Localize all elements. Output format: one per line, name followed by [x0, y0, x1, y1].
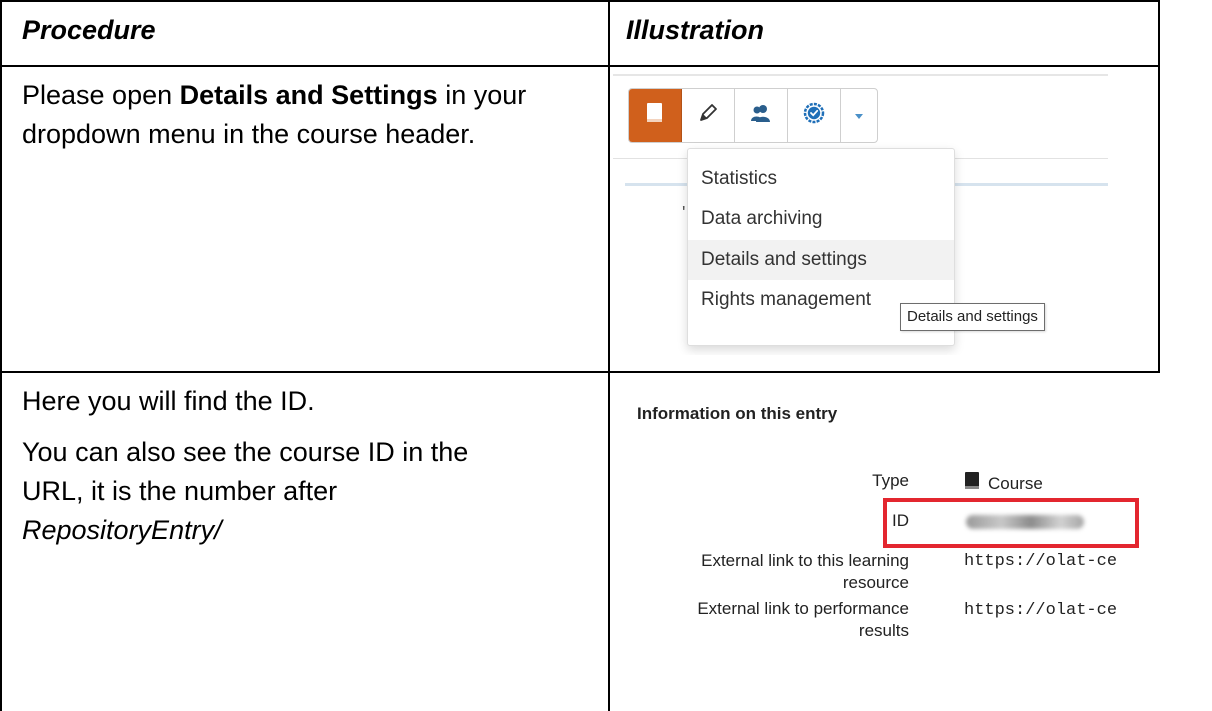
procedure-step-1: Please open Details and Settings in your…: [22, 76, 607, 154]
menu-item-details-and-settings[interactable]: Details and settings: [688, 240, 954, 280]
course-run-button[interactable]: [629, 89, 682, 142]
book-icon: [645, 102, 665, 129]
more-dropdown-toggle[interactable]: [841, 89, 877, 142]
header-procedure: Procedure: [22, 15, 156, 45]
type-label: Type: [872, 471, 909, 490]
header-top-line: [613, 74, 1108, 76]
book-icon: [964, 471, 980, 496]
menu-item-data-archiving[interactable]: Data archiving: [688, 199, 954, 239]
badge-check-icon: [803, 102, 825, 129]
table-border-top: [0, 0, 1160, 2]
header-illustration: Illustration: [626, 15, 765, 45]
id-label: ID: [892, 511, 909, 530]
repository-entry-path: RepositoryEntry/: [22, 515, 222, 545]
procedure-step-2-line2: URL, it is the number after: [22, 476, 338, 506]
illustration-entry-info: Information on this entry Type Course ID…: [613, 376, 1149, 710]
caret-down-icon: [854, 107, 864, 125]
procedure-step-2-para1: Here you will find the ID.: [22, 386, 315, 416]
procedure-step-2-para2: You can also see the course ID in the UR…: [22, 433, 607, 550]
procedure-step-1-line1: Please open Details and Settings in your: [22, 80, 527, 110]
external-link-resource-value[interactable]: https://olat-ce: [964, 552, 1117, 571]
pencil-icon: [697, 102, 719, 129]
illustration-dropdown-menu: ' Statistics Data archiving Details and …: [613, 73, 1110, 355]
table-border-middle: [608, 0, 610, 711]
entry-info-heading: Information on this entry: [637, 404, 838, 423]
external-link-results-value[interactable]: https://olat-ce: [964, 601, 1117, 620]
external-link-resource-label: External link to this learning resource: [701, 551, 909, 592]
id-value-redacted: [966, 515, 1084, 529]
procedure-step-1-line2: dropdown menu in the course header.: [22, 119, 476, 149]
menu-item-statistics[interactable]: Statistics: [688, 159, 954, 199]
users-icon: [749, 102, 773, 129]
procedure-step-2: Here you will find the ID. You can also …: [22, 382, 607, 550]
table-border-right: [1158, 0, 1160, 372]
type-value: Course: [964, 471, 1043, 496]
external-link-results-label: External link to performance results: [697, 599, 909, 640]
details-and-settings-emphasis: Details and Settings: [179, 80, 438, 110]
assessment-button[interactable]: [788, 89, 841, 142]
table-border-left: [0, 0, 2, 711]
tooltip: Details and settings: [900, 303, 1045, 331]
table-border-header-bottom: [0, 65, 1160, 67]
course-header-toolbar: [628, 88, 878, 143]
members-button[interactable]: [735, 89, 788, 142]
stray-quote-mark: ': [682, 203, 686, 223]
table-border-row1-bottom: [0, 371, 1160, 373]
procedure-step-2-line1: You can also see the course ID in the: [22, 437, 469, 467]
edit-button[interactable]: [682, 89, 735, 142]
